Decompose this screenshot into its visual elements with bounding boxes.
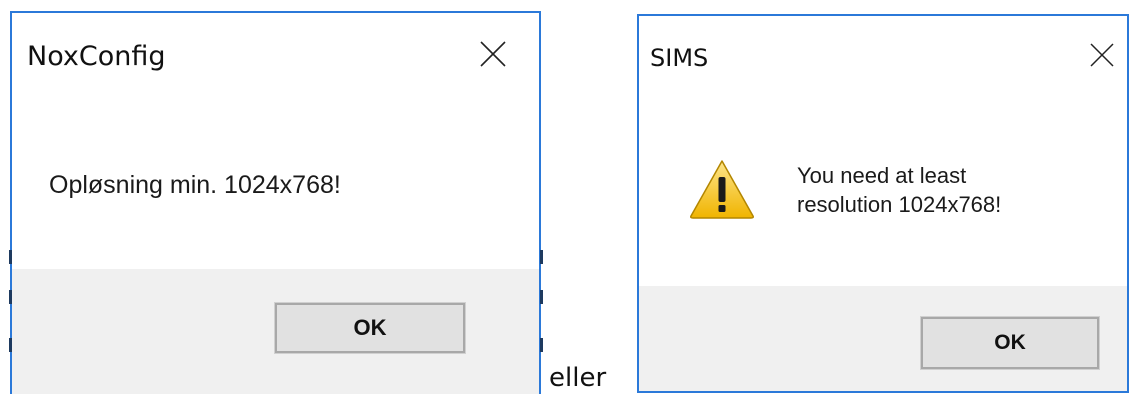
window-edge-mark bbox=[9, 250, 12, 264]
dialog-message: You need at least resolution 1024x768! bbox=[797, 161, 1001, 219]
warning-icon bbox=[690, 160, 754, 219]
noxconfig-dialog: NoxConfig Opløsning min. 1024x768! OK bbox=[10, 11, 541, 394]
ok-button[interactable]: OK bbox=[274, 302, 466, 354]
ok-button[interactable]: OK bbox=[920, 316, 1100, 370]
screenshot-canvas: NoxConfig Opløsning min. 1024x768! OK el… bbox=[0, 0, 1131, 397]
separator-text: eller bbox=[549, 363, 607, 393]
message-line: You need at least bbox=[797, 163, 967, 188]
dialog-title: SIMS bbox=[650, 44, 709, 72]
window-edge-mark bbox=[9, 290, 12, 304]
message-line: resolution 1024x768! bbox=[797, 192, 1002, 217]
close-icon[interactable] bbox=[478, 39, 508, 69]
window-edge-mark bbox=[540, 290, 543, 304]
window-edge-mark bbox=[540, 250, 543, 264]
window-edge-mark bbox=[540, 338, 543, 352]
close-icon[interactable] bbox=[1088, 41, 1116, 69]
dialog-title: NoxConfig bbox=[27, 41, 166, 72]
dialog-message: Opløsning min. 1024x768! bbox=[49, 171, 341, 199]
window-edge-mark bbox=[9, 338, 12, 352]
sims-dialog: SIMS You need at least resolution 1024x7… bbox=[637, 14, 1129, 393]
